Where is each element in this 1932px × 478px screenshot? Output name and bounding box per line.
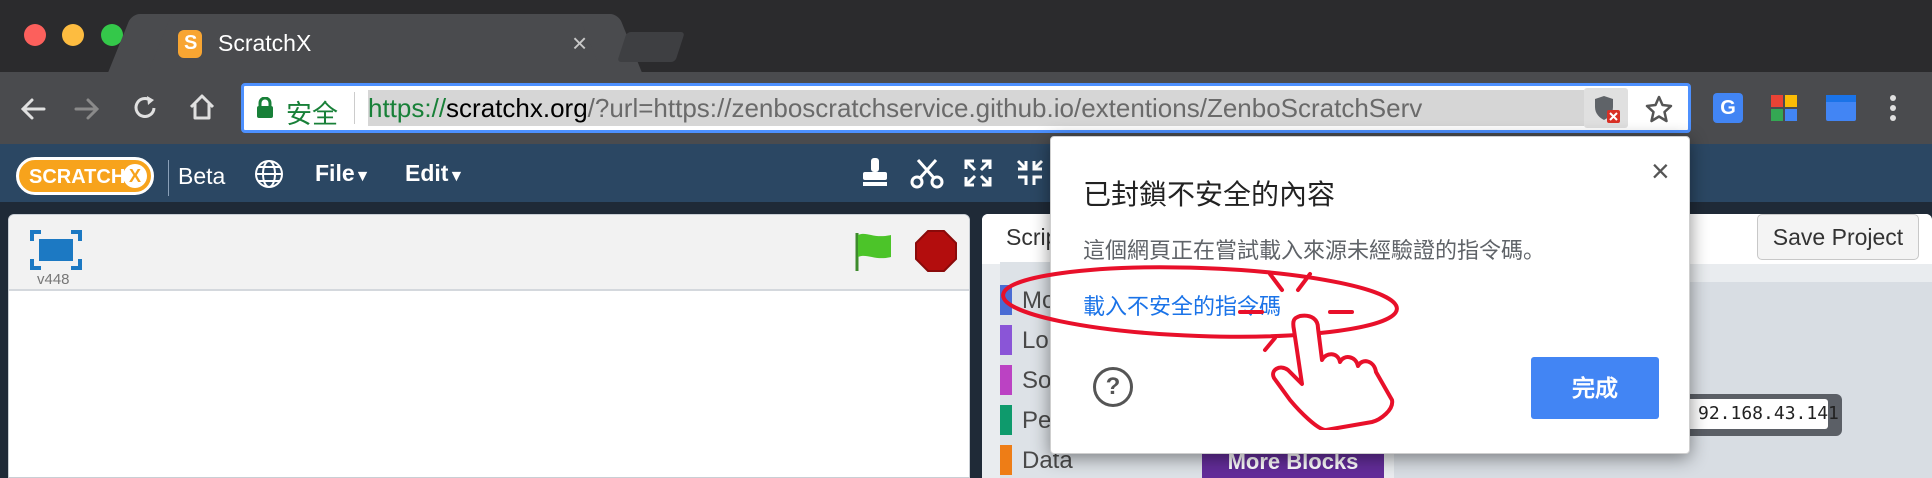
tab-title: ScratchX — [218, 30, 312, 56]
stage-fullscreen-icon[interactable] — [29, 229, 83, 271]
close-window-button[interactable] — [24, 24, 46, 46]
puzzle-extension-icon[interactable] — [1768, 92, 1800, 124]
blocked-content-button[interactable] — [1584, 88, 1628, 128]
google-translate-extension-icon[interactable]: G — [1713, 93, 1743, 123]
url-text[interactable]: https://scratchx.org/?url=https://zenbos… — [368, 90, 1584, 126]
secure-label: 安全 — [286, 99, 339, 129]
bookmark-star-icon[interactable] — [1644, 94, 1674, 124]
annotation-tap-hand-icon — [1001, 265, 1399, 430]
reload-icon[interactable] — [130, 93, 160, 123]
url-scheme: https:// — [368, 93, 447, 123]
scratchx-favicon-icon: S — [178, 30, 202, 58]
back-arrow-icon[interactable] — [18, 94, 48, 124]
browser-tab[interactable]: S ScratchX × — [140, 14, 610, 72]
shield-blocked-icon — [1595, 96, 1620, 123]
window-extension-icon[interactable] — [1824, 92, 1858, 124]
stop-sign-icon[interactable] — [914, 229, 958, 273]
dialog-close-icon[interactable]: × — [1651, 153, 1670, 190]
address-bar[interactable]: 安全 https://scratchx.org/?url=https://zen… — [241, 83, 1691, 133]
duplicate-stamp-icon[interactable] — [860, 156, 890, 190]
forward-arrow-icon[interactable] — [72, 94, 102, 124]
logo-x: X — [123, 164, 147, 188]
lock-icon — [257, 97, 273, 118]
file-menu[interactable]: File▼ — [315, 160, 370, 187]
project-title-partial: rvice — [1700, 218, 1757, 245]
green-flag-icon[interactable] — [851, 229, 895, 273]
logo-text: SCRATCH — [29, 166, 126, 188]
url-path: /?url=https://zenboscratchservice.github… — [587, 93, 1423, 123]
shrink-icon[interactable] — [1014, 157, 1046, 189]
new-tab-button[interactable] — [617, 32, 685, 62]
stage-panel: v448 — [8, 214, 970, 478]
url-host: scratchx.org — [446, 93, 588, 123]
omnibox-divider — [354, 92, 355, 124]
stage-header — [9, 215, 969, 291]
home-icon[interactable] — [187, 92, 217, 122]
edit-menu-label: Edit — [405, 160, 449, 186]
globe-language-icon[interactable] — [253, 158, 285, 190]
scratchx-logo[interactable]: SCRATCH X — [16, 157, 154, 195]
category-data-swatch — [1000, 445, 1012, 475]
ip-block-input[interactable]: 92.168.43.141 — [1678, 399, 1839, 429]
menubar-divider — [168, 160, 169, 196]
done-button[interactable]: 完成 — [1531, 357, 1659, 419]
edit-menu-caret-icon: ▼ — [448, 168, 465, 185]
beta-label: Beta — [178, 163, 226, 189]
dialog-title: 已封鎖不安全的內容 — [1083, 179, 1336, 210]
save-project-button[interactable]: Save Project — [1757, 214, 1919, 260]
file-menu-caret-icon: ▼ — [354, 168, 371, 185]
tab-close-icon[interactable]: × — [572, 28, 587, 59]
edit-menu[interactable]: Edit▼ — [405, 160, 464, 187]
minimize-window-button[interactable] — [62, 24, 84, 46]
cut-scissors-icon[interactable] — [910, 156, 944, 190]
chrome-menu-icon[interactable] — [1888, 92, 1898, 124]
version-label: v448 — [37, 271, 70, 288]
grow-icon[interactable] — [962, 157, 994, 189]
file-menu-label: File — [315, 160, 355, 186]
